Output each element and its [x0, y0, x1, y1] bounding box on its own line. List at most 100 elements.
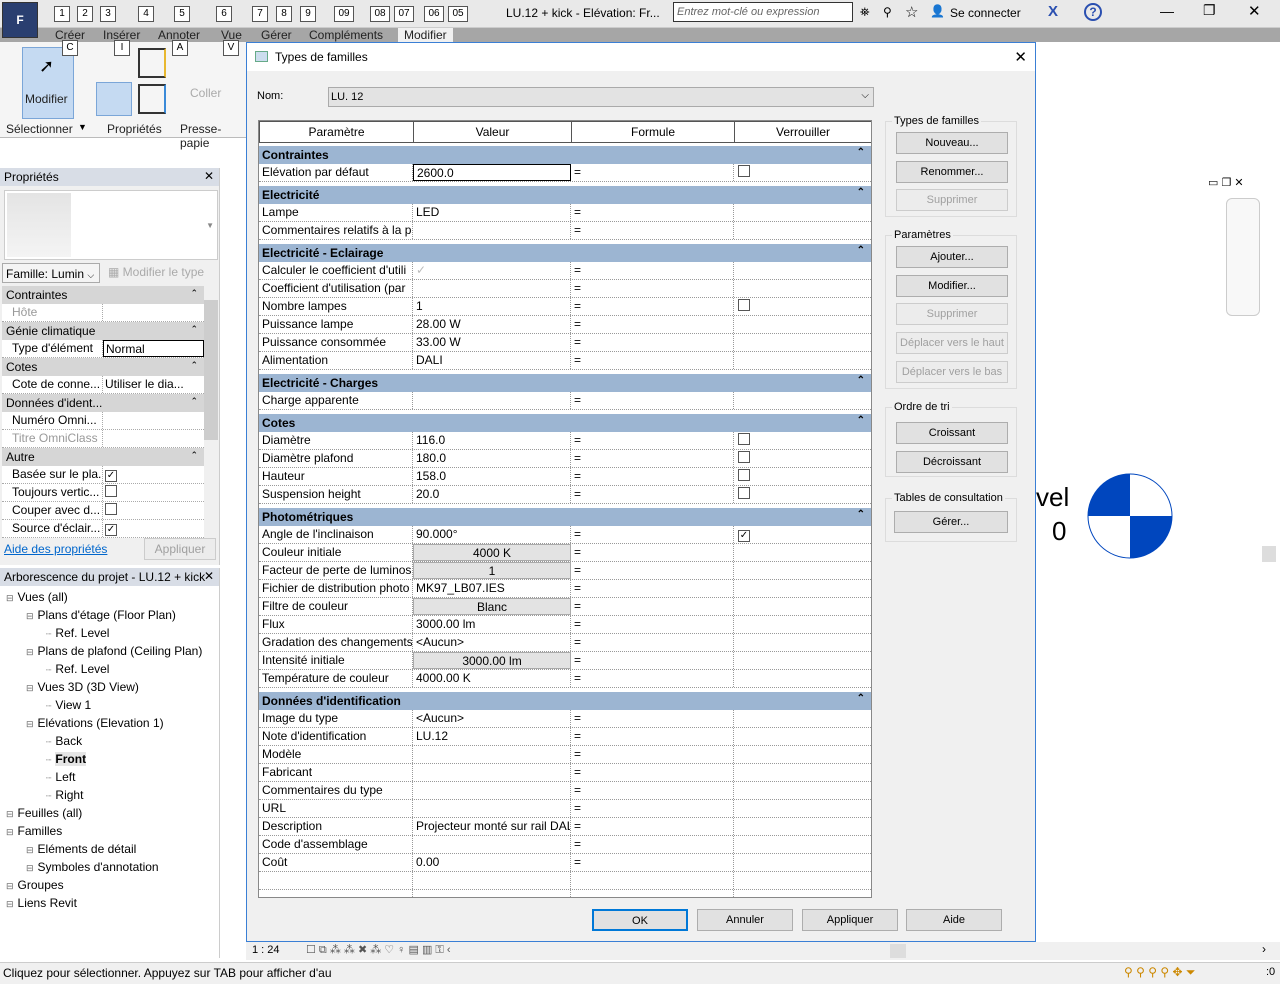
parameter-row[interactable]: Flux 3000.00 lm =	[259, 616, 871, 634]
parameter-row[interactable]: Coût 0.00 =	[259, 854, 871, 872]
column-header-valeur[interactable]: Valeur	[413, 121, 572, 143]
formula-cell[interactable]: =	[571, 450, 734, 467]
exchange-icon[interactable]: X	[1048, 3, 1058, 20]
lock-cell[interactable]	[734, 204, 871, 221]
lock-cell[interactable]	[734, 580, 871, 597]
lock-cell[interactable]	[734, 652, 871, 669]
formula-cell[interactable]: =	[571, 298, 734, 315]
parameter-row[interactable]: Fichier de distribution photo MK97_LB07.I…	[259, 580, 871, 598]
drawing-view[interactable]: ▭ ❐ ✕ vel 0	[1036, 160, 1280, 942]
parameter-value[interactable]: 4000 K	[413, 544, 571, 561]
tree-item[interactable]: ⊟ Familles	[6, 824, 62, 842]
tree-item[interactable]: ┈ Front	[46, 752, 87, 770]
sort-ascending-button[interactable]: Croissant	[896, 422, 1008, 444]
property-value[interactable]: ✓	[103, 520, 204, 537]
tree-item[interactable]: ┈ Ref. Level	[46, 662, 109, 680]
formula-cell[interactable]: =	[571, 334, 734, 351]
tree-item[interactable]: ⊟ Groupes	[6, 878, 64, 896]
parameter-row[interactable]: Diamètre plafond 180.0 =	[259, 450, 871, 468]
lock-cell[interactable]	[734, 782, 871, 799]
parameter-value[interactable]: 90.000°	[413, 526, 571, 543]
formula-cell[interactable]: =	[571, 764, 734, 781]
close-window-button[interactable]: ✕	[1248, 2, 1261, 20]
lock-checkbox[interactable]	[738, 469, 750, 481]
parameter-row[interactable]: Coefficient d'utilisation (par =	[259, 280, 871, 298]
formula-cell[interactable]: =	[571, 854, 734, 871]
property-value[interactable]	[103, 430, 204, 447]
parameter-value[interactable]: LU.12	[413, 728, 571, 745]
tab-complements[interactable]: Compléments	[309, 28, 383, 42]
parameter-value[interactable]: 116.0	[413, 432, 571, 449]
apply-button[interactable]: Appliquer	[802, 909, 898, 931]
parameter-group-header[interactable]: Photométriques ⌃	[259, 508, 871, 526]
lock-checkbox[interactable]	[738, 165, 750, 177]
parameter-value[interactable]: 33.00 W	[413, 334, 571, 351]
formula-cell[interactable]: =	[571, 468, 734, 485]
manage-lookup-button[interactable]: Gérer...	[894, 511, 1008, 533]
property-row[interactable]: Toujours vertic...	[2, 484, 204, 502]
type-properties-button[interactable]	[96, 82, 132, 116]
parameter-row[interactable]: Calculer le coefficient d'utili ✓ =	[259, 262, 871, 280]
lock-cell[interactable]	[734, 746, 871, 763]
lock-cell[interactable]	[734, 562, 871, 579]
parameter-value[interactable]: DALI	[413, 352, 571, 369]
collapse-icon[interactable]: ⌃	[190, 450, 198, 461]
formula-cell[interactable]: =	[571, 280, 734, 297]
formula-cell[interactable]: =	[571, 746, 734, 763]
parameter-row[interactable]: Image du type <Aucun> =	[259, 710, 871, 728]
add-parameter-button[interactable]: Ajouter...	[896, 246, 1008, 268]
quick-access-key[interactable]: 9	[300, 6, 316, 22]
parameter-row[interactable]: Commentaires relatifs à la p =	[259, 222, 871, 240]
tree-item[interactable]: ⊟ Elévations (Elevation 1)	[26, 716, 164, 734]
tree-item[interactable]: ⊟ Symboles d'annotation	[26, 860, 159, 878]
property-value[interactable]	[103, 484, 204, 501]
parameter-group-header[interactable]: Electricité - Charges ⌃	[259, 374, 871, 392]
minimize-button[interactable]: —	[1160, 3, 1174, 19]
property-row[interactable]: Cote de conne... Utiliser le dia...	[2, 376, 204, 394]
ok-button[interactable]: OK	[592, 909, 688, 931]
tree-item[interactable]: ⊟ Plans d'étage (Floor Plan)	[26, 608, 176, 626]
parameter-value[interactable]: 1	[413, 298, 571, 315]
lock-cell[interactable]	[734, 392, 871, 409]
apply-button[interactable]: Appliquer	[144, 538, 216, 560]
formula-cell[interactable]: =	[571, 164, 734, 181]
parameter-row[interactable]: Facteur de perte de luminosi 1 =	[259, 562, 871, 580]
property-group[interactable]: Contraintes ⌃	[2, 286, 204, 304]
property-value[interactable]: Normal	[103, 340, 204, 357]
scroll-right-icon[interactable]: ›	[1262, 942, 1266, 956]
quick-access-key[interactable]: 05	[448, 6, 468, 22]
formula-cell[interactable]: =	[571, 710, 734, 727]
formula-cell[interactable]: =	[571, 262, 734, 279]
collapse-icon[interactable]: ⌃	[857, 415, 865, 426]
vertical-scrollbar[interactable]	[1262, 546, 1276, 562]
expand-icon[interactable]: ⊟	[26, 719, 34, 729]
column-header-formule[interactable]: Formule	[571, 121, 735, 143]
formula-cell[interactable]: =	[571, 652, 734, 669]
select-panel-label[interactable]: Sélectionner	[6, 122, 73, 136]
parameter-group-header[interactable]: Contraintes ⌃	[259, 146, 871, 164]
property-group[interactable]: Génie climatique ⌃	[2, 322, 204, 340]
quick-access-key[interactable]: 6	[216, 6, 232, 22]
formula-cell[interactable]: =	[571, 544, 734, 561]
parameter-row[interactable]: Code d'assemblage =	[259, 836, 871, 854]
quick-access-key[interactable]: 08	[370, 6, 390, 22]
lock-cell[interactable]: ✓	[734, 526, 871, 543]
lock-cell[interactable]	[734, 764, 871, 781]
property-group[interactable]: Données d'ident... ⌃	[2, 394, 204, 412]
expand-icon[interactable]: ⊟	[6, 899, 14, 909]
delete-parameter-button[interactable]: Supprimer	[896, 303, 1008, 325]
parameter-group-header[interactable]: Electricité ⌃	[259, 186, 871, 204]
restore-button[interactable]: ❐	[1203, 2, 1216, 19]
collapse-icon[interactable]: ⌃	[190, 324, 198, 335]
property-row[interactable]: Hôte	[2, 304, 204, 322]
lock-cell[interactable]	[734, 280, 871, 297]
expand-icon[interactable]: ⊟	[6, 827, 14, 837]
application-menu-button[interactable]: F	[2, 2, 38, 38]
formula-cell[interactable]: =	[571, 392, 734, 409]
edit-type-button[interactable]: ▦ Modifier le type	[108, 265, 204, 279]
parameter-row[interactable]: Charge apparente =	[259, 392, 871, 410]
lock-cell[interactable]	[734, 800, 871, 817]
parameter-value[interactable]: 158.0	[413, 468, 571, 485]
properties-scrollbar[interactable]	[204, 286, 218, 536]
parameter-group-header[interactable]: Données d'identification ⌃	[259, 692, 871, 710]
